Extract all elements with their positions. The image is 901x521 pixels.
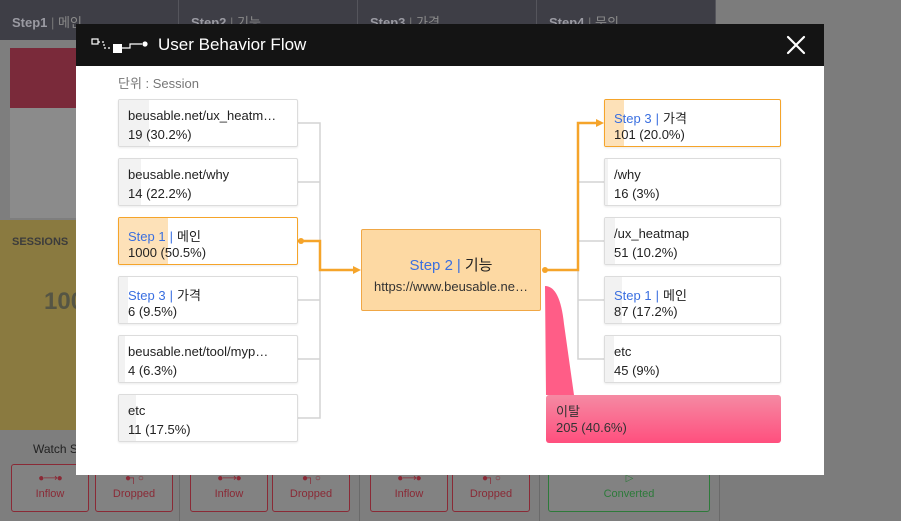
modal-header: User Behavior Flow <box>76 24 824 66</box>
node-step-label: Step 1 | 메인 <box>128 229 201 244</box>
current-step-url: https://www.beusable.ne… <box>374 279 528 294</box>
node-count: 51 (10.2%) <box>614 245 678 260</box>
node-count: 6 (9.5%) <box>128 304 178 319</box>
node-count: 16 (3%) <box>614 186 660 201</box>
node-count: 11 (17.5%) <box>128 422 191 437</box>
node-count: 87 (17.2%) <box>614 304 678 319</box>
destination-node[interactable]: /why 16 (3%) <box>604 158 781 206</box>
node-page-label: /ux_heatmap <box>614 226 690 241</box>
source-node-etc[interactable]: etc 11 (17.5%) <box>118 394 298 442</box>
node-step-label: Step 3 | 가격 <box>614 111 687 126</box>
exit-node[interactable]: 이탈 205 (40.6%) <box>546 395 781 443</box>
share-fill <box>605 336 614 382</box>
page-thumbnail[interactable] <box>10 48 80 218</box>
user-behavior-flow-modal: User Behavior Flow 단위 : Session beusable… <box>76 24 824 475</box>
watch-label: Watch S <box>33 442 78 456</box>
source-node[interactable]: beusable.net/tool/myp… 4 (6.3%) <box>118 335 298 383</box>
node-step-label: Step 1 | 메인 <box>614 288 687 303</box>
current-step-label: Step 2 | 기능 <box>409 257 493 274</box>
exit-count: 205 (40.6%) <box>556 420 627 435</box>
sessions-label: SESSIONS <box>12 236 69 248</box>
sessions-panel: SESSIONS 100 <box>0 220 84 430</box>
share-fill <box>119 277 129 323</box>
destination-node[interactable]: /ux_heatmap 51 (10.2%) <box>604 217 781 265</box>
source-node-step3[interactable]: Step 3 | 가격 6 (9.5%) <box>118 276 298 324</box>
exit-label: 이탈 <box>556 404 580 419</box>
node-page-label: /why <box>614 167 641 182</box>
current-step-node[interactable]: Step 2 | 기능 https://www.beusable.ne… <box>361 229 541 311</box>
node-count: 1000 (50.5%) <box>128 245 207 260</box>
close-icon[interactable] <box>784 33 808 57</box>
destination-node-step3[interactable]: Step 3 | 가격 101 (20.0%) <box>604 99 781 147</box>
node-count: 101 (20.0%) <box>614 127 685 142</box>
node-count: 19 (30.2%) <box>128 127 192 142</box>
node-page-label: beusable.net/ux_heatm… <box>128 108 277 123</box>
unit-label: 단위 : Session <box>118 76 200 91</box>
destination-node-step1[interactable]: Step 1 | 메인 87 (17.2%) <box>604 276 781 324</box>
node-page-label: etc <box>614 344 632 359</box>
tab-step-label: Step1 <box>12 15 48 30</box>
node-count: 14 (22.2%) <box>128 186 192 201</box>
node-count: 4 (6.3%) <box>128 363 178 378</box>
destination-node-etc[interactable]: etc 45 (9%) <box>604 335 781 383</box>
source-node-step1[interactable]: Step 1 | 메인 1000 (50.5%) <box>118 217 298 265</box>
flow-icon <box>91 38 148 53</box>
source-node[interactable]: beusable.net/why 14 (22.2%) <box>118 158 298 206</box>
share-fill <box>119 336 126 382</box>
node-page-label: beusable.net/tool/myp… <box>128 344 269 359</box>
modal-title: User Behavior Flow <box>158 35 307 54</box>
share-fill <box>605 159 608 205</box>
node-count: 45 (9%) <box>614 363 660 378</box>
node-page-label: etc <box>128 403 146 418</box>
node-page-label: beusable.net/why <box>128 167 230 182</box>
node-step-label: Step 3 | 가격 <box>128 288 201 303</box>
source-node[interactable]: beusable.net/ux_heatm… 19 (30.2%) <box>118 99 298 147</box>
